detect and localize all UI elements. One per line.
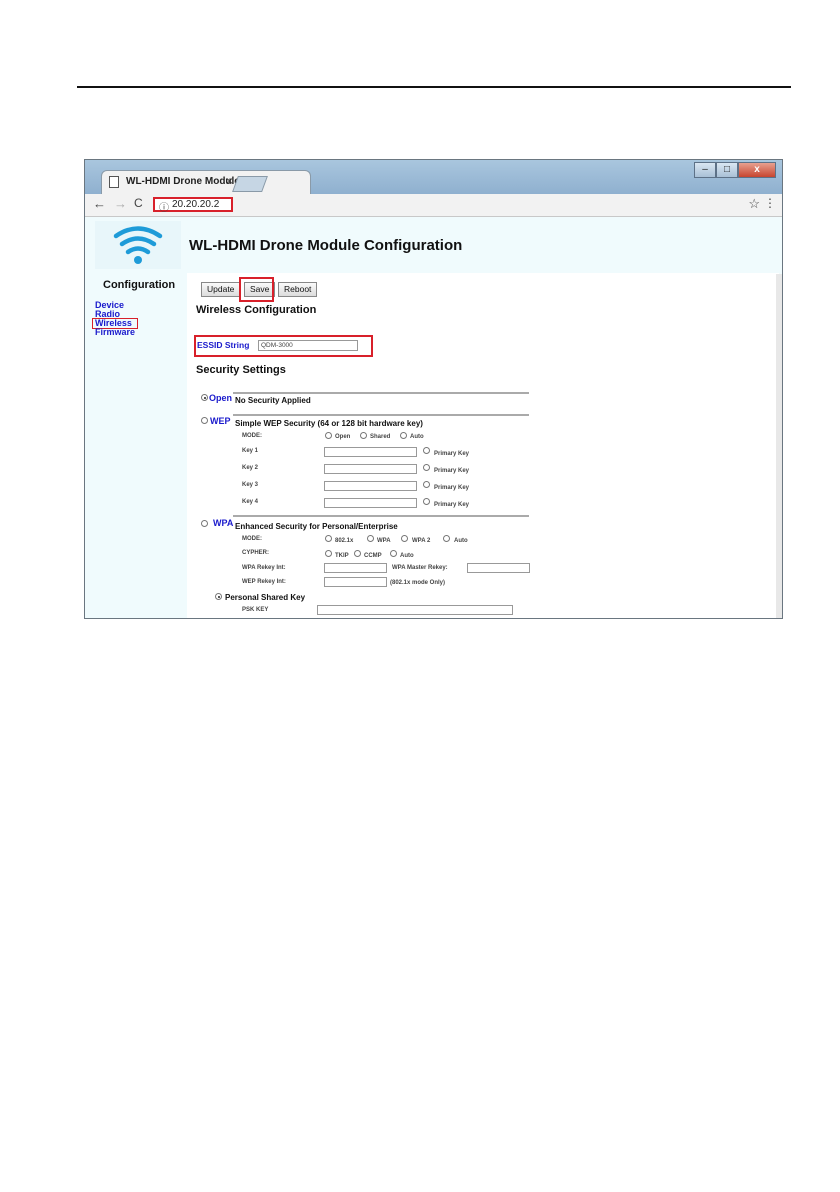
page-title: WL-HDMI Drone Module Configuration — [189, 237, 463, 254]
psk-option-label: Personal Shared Key — [225, 593, 306, 602]
wpa-master-rekey-label: WPA Master Rekey: — [392, 565, 448, 571]
wifi-logo — [95, 221, 181, 269]
wep-mode-open-radio[interactable] — [325, 432, 332, 439]
wpa-master-rekey-input[interactable] — [467, 563, 530, 573]
wpa-mode-wpa-radio[interactable] — [367, 535, 374, 542]
wep-radio[interactable] — [201, 417, 208, 424]
wep-mode-auto-radio[interactable] — [400, 432, 407, 439]
tab-title: WL-HDMI Drone Module — [126, 176, 240, 187]
page-header-rule — [77, 86, 791, 88]
wep-key1-input[interactable] — [324, 447, 417, 457]
primary-key-label: Primary Key — [434, 468, 470, 474]
wpa-radio[interactable] — [201, 520, 208, 527]
reboot-button[interactable]: Reboot — [278, 282, 318, 297]
save-highlight — [239, 277, 274, 302]
url-text: 20.20.20.2 — [172, 199, 220, 210]
browser-menu-icon[interactable]: ⋮ — [764, 196, 776, 210]
wep-key2-primary-radio[interactable] — [423, 464, 430, 471]
wpa-cypher-tkip-label: TKIP — [335, 553, 349, 559]
sidebar-title: Configuration — [103, 279, 176, 291]
wpa-cypher-label: CYPHER: — [242, 550, 270, 556]
wep-key2-label: Key 2 — [242, 465, 259, 471]
section-divider — [233, 515, 529, 517]
section-divider — [233, 392, 529, 394]
security-heading: Security Settings — [196, 364, 286, 376]
psk-key-label: PSK KEY — [242, 607, 269, 613]
close-tab-icon[interactable]: × — [226, 174, 233, 188]
primary-key-label: Primary Key — [434, 451, 470, 457]
wep-key4-label: Key 4 — [242, 499, 259, 505]
window-controls: – □ x — [694, 162, 776, 180]
wep-mode-label: MODE: — [242, 433, 262, 439]
wpa-cypher-ccmp-label: CCMP — [364, 553, 382, 559]
bookmark-star-icon[interactable]: ☆ — [748, 196, 760, 212]
update-button[interactable]: Update — [201, 282, 241, 297]
wpa-mode-wpa2-radio[interactable] — [401, 535, 408, 542]
wpa-rekey-label: WPA Rekey Int: — [242, 565, 286, 571]
wpa-mode-8021x-label: 802.1x — [335, 538, 354, 544]
address-bar: ← → C ⓘ 20.20.20.2 ☆ ⋮ — [85, 194, 782, 217]
psk-radio[interactable] — [215, 593, 222, 600]
browser-tab[interactable]: WL-HDMI Drone Module × — [101, 170, 311, 194]
wpa-mode-auto-label: Auto — [454, 538, 468, 544]
wep-key3-input[interactable] — [324, 481, 417, 491]
wep-mode-auto-label: Auto — [410, 434, 424, 440]
open-radio[interactable] — [201, 394, 208, 401]
url-input[interactable]: ⓘ 20.20.20.2 — [153, 197, 233, 214]
wep-label: WEP — [210, 416, 231, 426]
page-content: WL-HDMI Drone Module Configuration Confi… — [85, 217, 782, 618]
wpa-cypher-tkip-radio[interactable] — [325, 550, 332, 557]
browser-window: WL-HDMI Drone Module × – □ x ← → C ⓘ 20.… — [84, 159, 783, 619]
psk-key-input[interactable] — [317, 605, 513, 615]
wep-rekey-input[interactable] — [324, 577, 387, 587]
wireless-heading: Wireless Configuration — [196, 304, 317, 316]
section-divider — [233, 414, 529, 416]
wpa-cypher-auto-label: Auto — [400, 553, 414, 559]
wpa-mode-wpa2-label: WPA 2 — [412, 538, 431, 544]
title-bar: WL-HDMI Drone Module × – □ x — [85, 160, 782, 194]
wpa-rekey-input[interactable] — [324, 563, 387, 573]
minimize-button[interactable]: – — [694, 162, 716, 178]
close-window-button[interactable]: x — [738, 162, 776, 178]
wpa-mode-8021x-radio[interactable] — [325, 535, 332, 542]
wpa-mode-auto-radio[interactable] — [443, 535, 450, 542]
wpa-mode-label: MODE: — [242, 536, 262, 542]
wpa-mode-wpa-label: WPA — [377, 538, 391, 544]
wep-key4-primary-radio[interactable] — [423, 498, 430, 505]
wep-key4-input[interactable] — [324, 498, 417, 508]
wep-description: Simple WEP Security (64 or 128 bit hardw… — [235, 419, 423, 428]
wep-rekey-note: (802.1x mode Only) — [390, 580, 446, 586]
scrollbar[interactable] — [776, 274, 782, 618]
wep-mode-shared-label: Shared — [370, 434, 391, 440]
sidebar-link-firmware[interactable]: Firmware — [95, 328, 135, 337]
maximize-button[interactable]: □ — [716, 162, 738, 178]
primary-key-label: Primary Key — [434, 485, 470, 491]
open-label: Open — [209, 393, 233, 403]
wep-rekey-label: WEP Rekey Int: — [242, 579, 286, 585]
wpa-cypher-auto-radio[interactable] — [390, 550, 397, 557]
document-icon — [109, 176, 119, 188]
primary-key-label: Primary Key — [434, 502, 470, 508]
info-icon[interactable]: ⓘ — [159, 199, 169, 214]
new-tab-button[interactable] — [232, 176, 268, 192]
wpa-label: WPA — [213, 518, 234, 528]
wep-mode-shared-radio[interactable] — [360, 432, 367, 439]
open-description: No Security Applied — [235, 396, 311, 405]
wpa-cypher-ccmp-radio[interactable] — [354, 550, 361, 557]
wep-key1-label: Key 1 — [242, 448, 259, 454]
main-panel: Update Save Reboot Wireless Configuratio… — [187, 273, 779, 618]
wep-key1-primary-radio[interactable] — [423, 447, 430, 454]
forward-arrow-icon[interactable]: → — [114, 196, 127, 211]
wep-mode-open-label: Open — [335, 434, 351, 440]
wifi-icon — [113, 226, 163, 264]
wep-key3-primary-radio[interactable] — [423, 481, 430, 488]
wep-key2-input[interactable] — [324, 464, 417, 474]
wpa-description: Enhanced Security for Personal/Enterpris… — [235, 522, 398, 531]
reload-icon[interactable]: C — [134, 196, 143, 210]
wep-key3-label: Key 3 — [242, 482, 259, 488]
back-arrow-icon[interactable]: ← — [93, 196, 106, 211]
essid-highlight — [194, 335, 373, 357]
